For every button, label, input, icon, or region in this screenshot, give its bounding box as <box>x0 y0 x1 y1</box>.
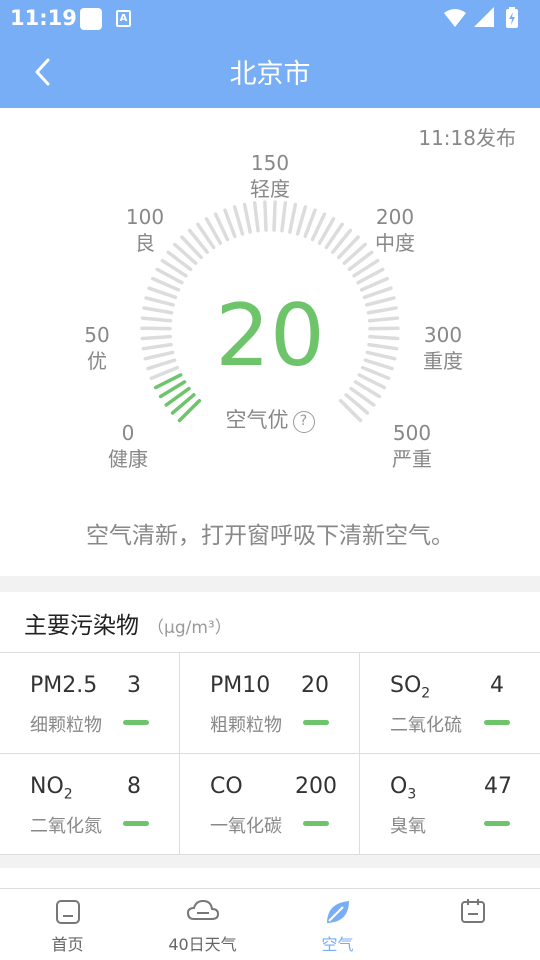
pollutant-desc: 一氧化碳 <box>210 816 282 837</box>
signal-icon <box>474 7 494 27</box>
calendar-icon <box>460 899 485 923</box>
gauge-label-150: 150 轻度 <box>250 151 290 201</box>
pollutant-so2[interactable]: SO2 4 二氧化硫 <box>360 653 540 754</box>
tab-home[interactable]: 首页 <box>0 889 135 960</box>
battery-charging-icon <box>506 7 518 28</box>
pollutant-no2[interactable]: NO2 8 二氧化氮 <box>0 754 180 855</box>
pollutant-name: PM10 <box>210 673 271 698</box>
air-advice: 空气清新，打开窗呼吸下清新空气。 <box>86 523 454 549</box>
home-icon <box>55 900 80 924</box>
a-icon: A <box>116 10 131 27</box>
gauge-tick <box>252 201 260 233</box>
pollutant-desc: 粗颗粒物 <box>210 715 282 736</box>
pollutant-o3[interactable]: O3 47 臭氧 <box>360 754 540 855</box>
gauge-tick <box>141 342 173 351</box>
pollutant-grid: PM2.5 3 细颗粒物 PM10 20 粗颗粒物 SO2 4 二氧化硫 NO2… <box>0 652 540 855</box>
pollutants-title-text: 主要污染物 <box>24 613 139 639</box>
pollutants-section: 主要污染物 （μg/m³） PM2.5 3 细颗粒物 PM10 20 粗颗粒物 S… <box>0 592 540 855</box>
pollutant-pm10[interactable]: PM10 20 粗颗粒物 <box>180 653 360 754</box>
gauge-tick <box>232 205 245 236</box>
gauge-tick <box>242 202 252 234</box>
gauge-tick <box>367 316 400 323</box>
pollutant-value: 4 <box>490 673 504 698</box>
gauge-tick <box>295 205 308 236</box>
gauge-label-500: 500 严重 <box>392 421 432 471</box>
gauge-tick <box>366 306 398 315</box>
bottom-tab-bar: 首页 40日天气 空气 <box>0 888 540 960</box>
pollutant-level-bar <box>484 821 510 826</box>
gauge-tick <box>142 306 174 315</box>
pollutant-value: 200 <box>295 774 337 799</box>
tab-label: 空气 <box>321 935 354 954</box>
status-time: 11:19 <box>10 6 77 30</box>
gauge-label-300: 300 重度 <box>423 323 463 373</box>
gauge-tick <box>288 202 298 234</box>
pollutant-name: NO2 <box>30 774 73 803</box>
app-bar: 北京市 <box>0 36 540 108</box>
pollutant-name: SO2 <box>390 673 431 702</box>
pollutant-name: CO <box>210 774 243 799</box>
pollutants-unit: （μg/m³） <box>147 618 232 638</box>
pollutant-co[interactable]: CO 200 一氧化碳 <box>180 754 360 855</box>
pollutant-desc: 二氧化硫 <box>390 715 462 736</box>
gauge-label-200: 200 中度 <box>375 205 415 255</box>
pollutant-name: O3 <box>390 774 417 803</box>
gauge-tick <box>223 208 237 239</box>
air-quality-card: 11:18发布 0 健康 50 优 100 良 150 轻度 200 中度 300 重度 5… <box>0 108 540 576</box>
gauge-tick <box>365 350 397 361</box>
gauge-tick <box>140 316 173 323</box>
gauge-label-50: 50 优 <box>84 323 110 373</box>
gauge-tick <box>367 342 399 351</box>
cloud-icon <box>186 899 219 920</box>
status-bar: 11:19 A <box>0 0 540 36</box>
gauge-tick <box>263 200 268 232</box>
tab-label: 首页 <box>51 935 84 954</box>
page-title: 北京市 <box>229 59 311 90</box>
wifi-icon <box>444 9 466 27</box>
tab-label: 40日天气 <box>168 935 237 954</box>
pollutant-value: 20 <box>301 673 329 698</box>
gauge-tick <box>140 334 172 341</box>
gauge-tick <box>365 296 396 307</box>
aqi-level-text: 空气优 <box>225 408 289 432</box>
gauge-label-0: 0 健康 <box>108 421 148 471</box>
pollutant-level-bar <box>123 821 149 826</box>
pollutant-name: PM2.5 <box>30 673 98 698</box>
pollutant-level-bar <box>303 821 329 826</box>
notification-square-icon <box>80 8 102 30</box>
aqi-level: 空气优? <box>190 404 350 434</box>
pollutant-value: 47 <box>484 774 512 799</box>
pollutant-level-bar <box>303 720 329 725</box>
pollutant-desc: 二氧化氮 <box>30 816 102 837</box>
pollutants-title: 主要污染物 （μg/m³） <box>24 606 232 640</box>
next-card-edge <box>0 868 540 888</box>
gauge-tick <box>303 208 317 239</box>
tab-40-day-weather[interactable]: 40日天气 <box>135 889 270 960</box>
pollutant-level-bar <box>123 720 149 725</box>
gauge-tick <box>368 334 400 341</box>
pollutant-level-bar <box>484 720 510 725</box>
pollutant-value: 8 <box>127 774 141 799</box>
tab-calendar[interactable] <box>405 889 540 960</box>
gauge-tick <box>143 350 175 361</box>
gauge-tick <box>280 201 288 233</box>
system-icons <box>442 6 532 34</box>
pollutant-pm25[interactable]: PM2.5 3 细颗粒物 <box>0 653 180 754</box>
help-icon[interactable]: ? <box>292 411 315 433</box>
pollutant-desc: 臭氧 <box>390 816 426 837</box>
tab-air[interactable]: 空气 <box>270 889 405 960</box>
leaf-icon <box>326 901 349 923</box>
pollutant-desc: 细颗粒物 <box>30 715 102 736</box>
pollutant-value: 3 <box>127 673 141 698</box>
gauge-label-100: 100 良 <box>125 205 165 255</box>
gauge-tick <box>272 200 277 232</box>
aqi-value: 20 <box>215 286 325 386</box>
